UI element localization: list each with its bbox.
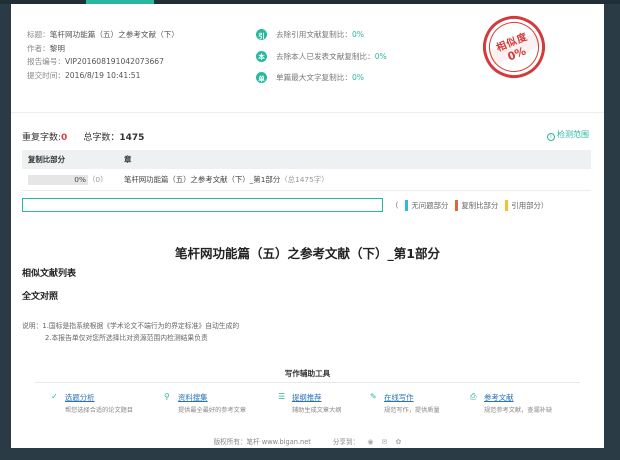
report-info: 标题：笔杆网功能篇（五）之参考文献（下） 作者：黎明 报告编号：VIP20160…	[27, 28, 179, 82]
chapter-link[interactable]: 笔杆网功能篇（五）之参考文献（下）_第1部分	[124, 175, 280, 184]
repeat-count: 0	[61, 133, 68, 143]
ratio-bar: 0%	[28, 174, 88, 185]
check-icon: ✓	[51, 392, 58, 401]
stat-single-max: 单单篇最大文字复制比： 0%	[256, 72, 387, 83]
similarity-stats: 引去除引用文献复制比： 0% 本去除本人已发表文献复制比： 0% 单单篇最大文字复制…	[256, 29, 387, 94]
notes: 说明：1.国标是指系统根据《学术论文不端行为的界定标准》自动生成的 2.本报告单…	[22, 322, 240, 342]
total-count: 1475	[119, 133, 145, 143]
similarity-progress-bar	[22, 198, 383, 212]
report-author: 黎明	[49, 43, 65, 53]
col-chapter: 章	[118, 150, 591, 169]
word-summary: 重复字数:0 总字数：1475	[22, 133, 145, 143]
section-title: 笔杆网功能篇（五）之参考文献（下）_第1部分	[175, 246, 440, 261]
report-title: 笔杆网功能篇（五）之参考文献（下）	[49, 30, 179, 39]
report-number: VIP201608191042073667	[64, 57, 164, 66]
stat-exclude-cited: 引去除引用文献复制比： 0%	[256, 29, 387, 40]
chapter-table: 复制比部分 章 0% （0） 笔杆网功能篇（五）之参考文献（下）_第1部分（总14…	[22, 150, 591, 191]
share-weibo-icon[interactable]: ◉	[367, 438, 373, 446]
col-ratio: 复制比部分	[22, 150, 118, 169]
info-icon: i	[547, 133, 555, 141]
single-icon: 单	[256, 72, 267, 83]
submit-time: 2016/8/19 10:41:51	[64, 70, 141, 80]
pencil-icon: ✎	[370, 392, 377, 401]
table-row[interactable]: 0% （0） 笔杆网功能篇（五）之参考文献（下）_第1部分（总1475字）	[22, 169, 591, 191]
self-icon: 本	[256, 50, 267, 62]
legend-swatch-copied	[455, 200, 459, 211]
tool-material-search[interactable]: ⚲ 资料搜集 提供最全最好的参考文章	[164, 392, 246, 414]
cite-icon: 引	[256, 29, 267, 40]
tool-references[interactable]: ⎙ 参考文献 规范参考文献，查漏补缺	[470, 392, 552, 414]
bookmark-icon: ⎙	[470, 392, 477, 401]
legend-swatch-clean	[405, 200, 409, 211]
tools-heading: 写作辅助工具	[284, 369, 331, 378]
tools-divider	[35, 382, 580, 383]
report-page: 标题：笔杆网功能篇（五）之参考文献（下） 作者：黎明 报告编号：VIP20160…	[11, 4, 604, 448]
report-no-row: 报告编号：VIP201608191042073667	[27, 57, 164, 66]
list-icon: ☰	[278, 392, 286, 401]
similarity-stamp: 相似度 0%	[473, 6, 555, 88]
copyright: 版权所有：笔杆 www.bigan.net	[213, 438, 311, 446]
tool-topic-analysis[interactable]: ✓ 选题分析 帮您选择合适的论文题目	[51, 392, 133, 414]
legend-swatch-cited	[505, 200, 509, 211]
legend: （ 无问题部分 复制比部分 引用部分 ）	[391, 200, 549, 211]
tool-online-writing[interactable]: ✎ 在线写作 规范写作，提供质量	[370, 392, 440, 414]
title-row: 标题：笔杆网功能篇（五）之参考文献（下）	[27, 30, 179, 39]
divider	[11, 112, 604, 113]
tool-outline[interactable]: ☰ 提纲推荐 辅助生成文章大纲	[278, 392, 342, 414]
footer: 版权所有：笔杆 www.bigan.net 分享到： ◉ ✉ ✿	[213, 438, 402, 446]
search-icon: ⚲	[164, 392, 170, 401]
detect-range-link[interactable]: i 检测范围	[547, 129, 589, 141]
share-wechat-icon[interactable]: ✉	[382, 438, 388, 446]
similar-list-heading: 相似文献列表	[22, 269, 77, 279]
author-row: 作者：黎明	[27, 43, 65, 53]
full-compare-heading: 全文对照	[22, 292, 59, 302]
stat-exclude-self: 本去除本人已发表文献复制比： 0%	[256, 50, 387, 62]
share-qzone-icon[interactable]: ✿	[396, 438, 402, 446]
submit-time-row: 提交时间：2016/8/19 10:41:51	[27, 70, 141, 80]
